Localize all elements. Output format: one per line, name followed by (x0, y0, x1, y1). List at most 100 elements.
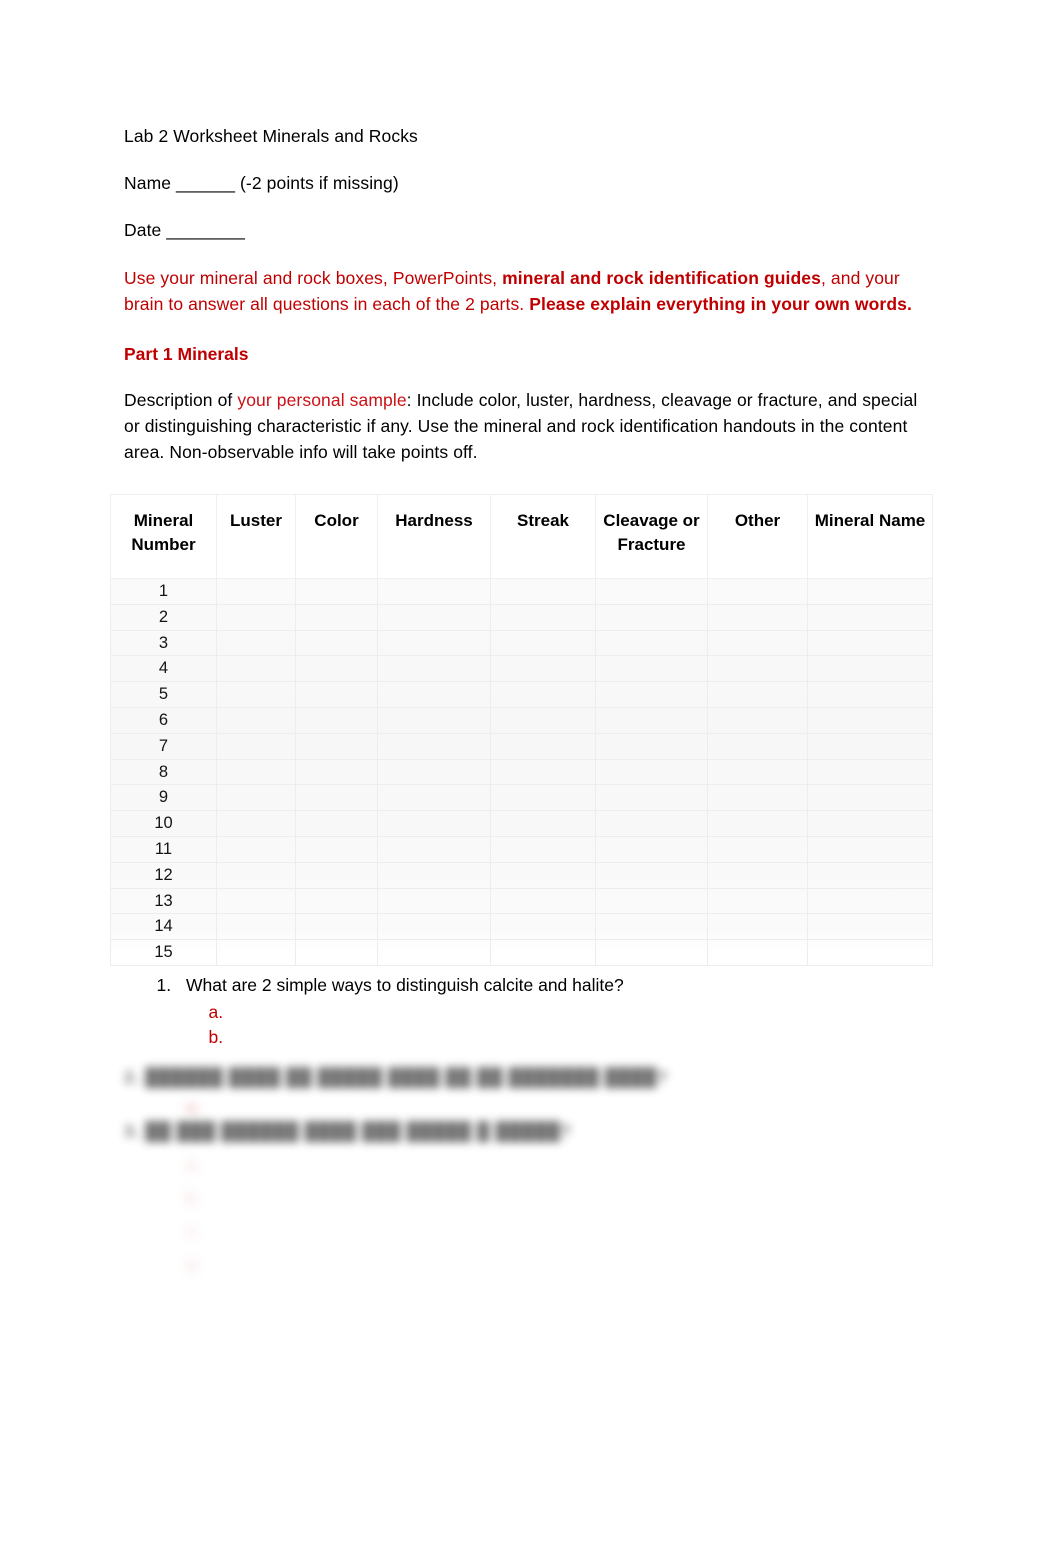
table-cell-empty[interactable] (807, 578, 933, 605)
table-cell-empty[interactable] (595, 629, 708, 657)
table-cell-empty[interactable] (490, 887, 596, 915)
table-cell-empty[interactable] (295, 835, 378, 863)
table-cell-empty[interactable] (377, 887, 491, 915)
table-cell-empty[interactable] (295, 887, 378, 915)
table-cell-empty[interactable] (490, 655, 596, 683)
table-cell-empty[interactable] (490, 578, 596, 605)
table-cell-empty[interactable] (295, 578, 378, 605)
table-cell-empty[interactable] (216, 810, 296, 837)
table-cell-empty[interactable] (807, 603, 933, 631)
table-cell-empty[interactable] (595, 706, 708, 734)
table-cell-empty[interactable] (707, 835, 808, 863)
table-cell-empty[interactable] (295, 784, 378, 812)
table-cell-empty[interactable] (595, 578, 708, 605)
table-cell-empty[interactable] (490, 681, 596, 708)
table-cell-empty[interactable] (807, 629, 933, 657)
table-cell-empty[interactable] (377, 939, 491, 966)
table-cell-empty[interactable] (707, 706, 808, 734)
table-cell-empty[interactable] (707, 681, 808, 708)
table-cell-empty[interactable] (216, 706, 296, 734)
table-cell-empty[interactable] (807, 939, 933, 966)
table-cell-empty[interactable] (807, 655, 933, 683)
table-cell-empty[interactable] (595, 835, 708, 863)
table-cell-empty[interactable] (807, 732, 933, 760)
table-cell-empty[interactable] (707, 810, 808, 837)
question-1-answer-a[interactable] (228, 1000, 938, 1025)
table-cell-empty[interactable] (707, 603, 808, 631)
table-cell-empty[interactable] (707, 655, 808, 683)
table-cell-empty[interactable] (807, 810, 933, 837)
table-cell-empty[interactable] (807, 784, 933, 812)
table-cell-empty[interactable] (216, 578, 296, 605)
table-cell-empty[interactable] (377, 758, 491, 786)
table-cell-empty[interactable] (807, 887, 933, 915)
table-cell-empty[interactable] (216, 835, 296, 863)
table-cell-empty[interactable] (216, 861, 296, 889)
table-cell-empty[interactable] (216, 732, 296, 760)
table-cell-empty[interactable] (490, 603, 596, 631)
table-cell-empty[interactable] (807, 758, 933, 786)
table-cell-empty[interactable] (377, 835, 491, 863)
table-cell-empty[interactable] (216, 603, 296, 631)
table-cell-empty[interactable] (807, 861, 933, 889)
table-cell-empty[interactable] (490, 913, 596, 941)
table-cell-empty[interactable] (595, 939, 708, 966)
table-cell-empty[interactable] (295, 681, 378, 708)
table-cell-empty[interactable] (377, 784, 491, 812)
table-cell-empty[interactable] (707, 732, 808, 760)
table-cell-empty[interactable] (377, 913, 491, 941)
table-cell-empty[interactable] (707, 784, 808, 812)
table-cell-empty[interactable] (295, 861, 378, 889)
table-cell-empty[interactable] (377, 578, 491, 605)
table-cell-empty[interactable] (377, 681, 491, 708)
table-cell-empty[interactable] (377, 603, 491, 631)
table-cell-empty[interactable] (707, 887, 808, 915)
table-cell-empty[interactable] (595, 655, 708, 683)
table-cell-empty[interactable] (377, 629, 491, 657)
table-cell-empty[interactable] (707, 758, 808, 786)
table-cell-empty[interactable] (707, 913, 808, 941)
table-cell-empty[interactable] (595, 603, 708, 631)
table-cell-empty[interactable] (490, 758, 596, 786)
table-cell-empty[interactable] (595, 861, 708, 889)
table-cell-empty[interactable] (216, 758, 296, 786)
table-cell-empty[interactable] (595, 810, 708, 837)
table-cell-empty[interactable] (490, 861, 596, 889)
table-cell-empty[interactable] (807, 835, 933, 863)
table-cell-empty[interactable] (216, 784, 296, 812)
table-cell-empty[interactable] (377, 861, 491, 889)
table-cell-empty[interactable] (295, 913, 378, 941)
table-cell-empty[interactable] (295, 603, 378, 631)
table-cell-empty[interactable] (595, 913, 708, 941)
table-cell-empty[interactable] (595, 887, 708, 915)
table-cell-empty[interactable] (595, 758, 708, 786)
table-cell-empty[interactable] (595, 732, 708, 760)
table-cell-empty[interactable] (377, 810, 491, 837)
table-cell-empty[interactable] (595, 784, 708, 812)
table-cell-empty[interactable] (295, 758, 378, 786)
table-cell-empty[interactable] (295, 655, 378, 683)
table-cell-empty[interactable] (216, 655, 296, 683)
table-cell-empty[interactable] (707, 861, 808, 889)
table-cell-empty[interactable] (490, 629, 596, 657)
table-cell-empty[interactable] (216, 681, 296, 708)
table-cell-empty[interactable] (295, 810, 378, 837)
table-cell-empty[interactable] (216, 913, 296, 941)
table-cell-empty[interactable] (295, 706, 378, 734)
table-cell-empty[interactable] (295, 732, 378, 760)
table-cell-empty[interactable] (295, 629, 378, 657)
table-cell-empty[interactable] (490, 939, 596, 966)
table-cell-empty[interactable] (807, 681, 933, 708)
table-cell-empty[interactable] (490, 835, 596, 863)
table-cell-empty[interactable] (216, 939, 296, 966)
question-1-answer-b[interactable] (228, 1025, 938, 1050)
table-cell-empty[interactable] (595, 681, 708, 708)
table-cell-empty[interactable] (216, 887, 296, 915)
table-cell-empty[interactable] (490, 784, 596, 812)
table-cell-empty[interactable] (707, 939, 808, 966)
table-cell-empty[interactable] (707, 578, 808, 605)
table-cell-empty[interactable] (216, 629, 296, 657)
table-cell-empty[interactable] (377, 706, 491, 734)
table-cell-empty[interactable] (490, 732, 596, 760)
table-cell-empty[interactable] (377, 732, 491, 760)
